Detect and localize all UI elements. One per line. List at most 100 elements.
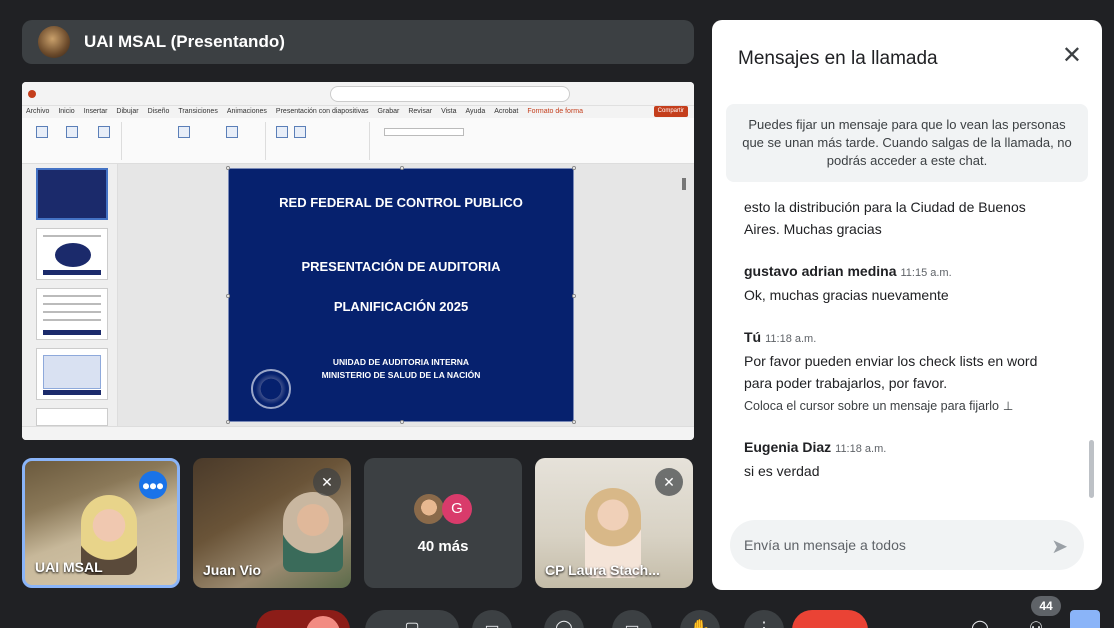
shared-screen[interactable]: Archivo Inicio Insertar Dibujar Diseño T… [22, 82, 694, 440]
ppt-menu-item[interactable]: Acrobat [494, 106, 518, 118]
close-icon[interactable]: ✕ [1062, 44, 1082, 68]
present-button[interactable]: ▭ [612, 610, 652, 628]
presenter-title: UAI MSAL (Presentando) [84, 32, 285, 51]
more-options-button[interactable]: ⋮ [744, 610, 784, 628]
chat-sender: Tú [744, 329, 762, 345]
mic-muted-icon: ✕ [655, 468, 683, 496]
resize-handle[interactable] [226, 420, 230, 424]
ppt-menu-item[interactable]: Diseño [148, 106, 170, 118]
slide-title: RED FEDERAL DE CONTROL PUBLICO [279, 195, 523, 210]
camera-icon: ▢ [404, 618, 419, 628]
ppt-menu-item[interactable]: Insertar [84, 106, 108, 118]
presenter-avatar [38, 26, 70, 58]
ribbon-group [374, 122, 474, 160]
chat-panel: Mensajes en la llamada ✕ Puedes fijar un… [712, 20, 1102, 590]
ppt-menu-item[interactable]: Transiciones [178, 106, 217, 118]
participant-avatar: G [442, 494, 472, 524]
ppt-scrollbar[interactable] [682, 172, 688, 422]
ppt-logo-icon [28, 90, 36, 98]
ribbon-icon[interactable] [276, 126, 288, 138]
emoji-button[interactable]: ◯ [544, 610, 584, 628]
chat-message: gustavo adrian medina 11:15 a.m. Ok, much… [744, 260, 1064, 306]
chat-input[interactable] [744, 520, 1034, 570]
slide-subtitle: PRESENTACIÓN DE AUDITORIA [301, 259, 501, 274]
ppt-menu-item[interactable]: Archivo [26, 106, 49, 118]
ppt-menu-item[interactable]: Revisar [408, 106, 432, 118]
resize-handle[interactable] [400, 166, 404, 170]
ppt-menu-item[interactable]: Vista [441, 106, 456, 118]
chat-sender: Eugenia Diaz [744, 439, 832, 455]
mic-toggle-button[interactable] [256, 610, 350, 628]
slide-thumbnail[interactable] [36, 408, 108, 426]
ppt-menu-item[interactable]: Ayuda [466, 106, 486, 118]
participant-tile[interactable]: ✕ CP Laura Stach... [535, 458, 693, 588]
ribbon-icon[interactable] [226, 126, 238, 138]
presenter-bar: UAI MSAL (Presentando) [22, 20, 694, 64]
ppt-search-box[interactable] [330, 86, 570, 102]
more-participants-label: 40 más [417, 538, 469, 555]
more-vert-icon: ⋮ [756, 618, 772, 628]
chat-message-text: si es verdad [744, 463, 820, 479]
ribbon-icon[interactable] [294, 126, 306, 138]
ppt-share-button[interactable]: Compartir [653, 106, 688, 117]
participant-name: CP Laura Stach... [545, 562, 660, 578]
captions-button[interactable]: ▭ [472, 610, 512, 628]
pin-icon[interactable]: ⊥ [1003, 399, 1013, 413]
chat-message-text: Por favor pueden enviar los check lists … [744, 353, 1038, 391]
slide-thumbnail[interactable] [36, 168, 108, 220]
slide-thumbnail[interactable] [36, 348, 108, 400]
chat-message: esto la distribución para la Ciudad de B… [744, 196, 1064, 240]
ribbon-icon[interactable] [36, 126, 48, 138]
slide-thumbnails [22, 164, 118, 426]
ppt-menu: Archivo Inicio Insertar Dibujar Diseño T… [22, 106, 694, 118]
info-button[interactable]: ◯ [960, 610, 1000, 628]
resize-handle[interactable] [226, 166, 230, 170]
slide-thumbnail[interactable] [36, 228, 108, 280]
more-participants-tile[interactable]: G 40 más [364, 458, 522, 588]
chat-scrollbar[interactable] [1089, 440, 1094, 498]
chat-composer: ➤ [730, 520, 1084, 570]
chat-button[interactable] [1070, 610, 1100, 628]
chat-message-text: Ok, muchas gracias nuevamente [744, 287, 949, 303]
ppt-menu-item[interactable]: Formato de forma [527, 106, 583, 118]
resize-handle[interactable] [572, 294, 576, 298]
resize-handle[interactable] [572, 420, 576, 424]
ribbon-group [26, 122, 122, 160]
chat-time: 11:18 a.m. [835, 443, 887, 455]
ppt-ribbon [22, 118, 694, 164]
chat-time: 11:15 a.m. [900, 267, 952, 279]
chat-message[interactable]: Tú 11:18 a.m. Por favor pueden enviar los… [744, 326, 1064, 417]
ppt-menu-item[interactable]: Animaciones [227, 106, 267, 118]
ribbon-dropdown[interactable] [384, 128, 464, 136]
slide-unit-line1: UNIDAD DE AUDITORIA INTERNA [332, 357, 470, 367]
camera-toggle-button[interactable]: ▢ [365, 610, 459, 628]
ministry-seal-icon [251, 369, 291, 409]
participant-name: Juan Vio [203, 562, 262, 578]
slide-thumbnail[interactable] [36, 288, 108, 340]
resize-handle[interactable] [572, 166, 576, 170]
mic-muted-icon: ✕ [313, 468, 341, 496]
current-slide[interactable]: RED FEDERAL DE CONTROL PUBLICO PRESENTAC… [226, 166, 576, 424]
ppt-menu-item[interactable]: Inicio [58, 106, 74, 118]
participant-tile[interactable]: ⦁⦁⦁ UAI MSAL [22, 458, 180, 588]
participant-name: UAI MSAL [35, 559, 103, 575]
ppt-menu-item[interactable]: Grabar [378, 106, 400, 118]
chat-time: 11:18 a.m. [765, 333, 817, 345]
participant-tile[interactable]: ✕ Juan Vio [193, 458, 351, 588]
ppt-menu-item[interactable]: Presentación con diapositivas [276, 106, 369, 118]
leave-call-button[interactable] [792, 610, 868, 628]
participant-video [283, 492, 343, 572]
ribbon-icon[interactable] [178, 126, 190, 138]
emoji-icon: ◯ [555, 618, 573, 628]
ribbon-icon[interactable] [66, 126, 78, 138]
resize-handle[interactable] [400, 420, 404, 424]
raise-hand-button[interactable]: ✋ [680, 610, 720, 628]
ppt-menu-item[interactable]: Dibujar [116, 106, 138, 118]
speaking-indicator-icon: ⦁⦁⦁ [139, 471, 167, 499]
info-icon: ◯ [971, 618, 989, 628]
ribbon-icon[interactable] [98, 126, 110, 138]
chat-message: Eugenia Diaz 11:18 a.m. si es verdad [744, 436, 1064, 482]
people-icon: ⚇ [1029, 618, 1043, 628]
resize-handle[interactable] [226, 294, 230, 298]
send-icon[interactable]: ➤ [1051, 534, 1068, 559]
